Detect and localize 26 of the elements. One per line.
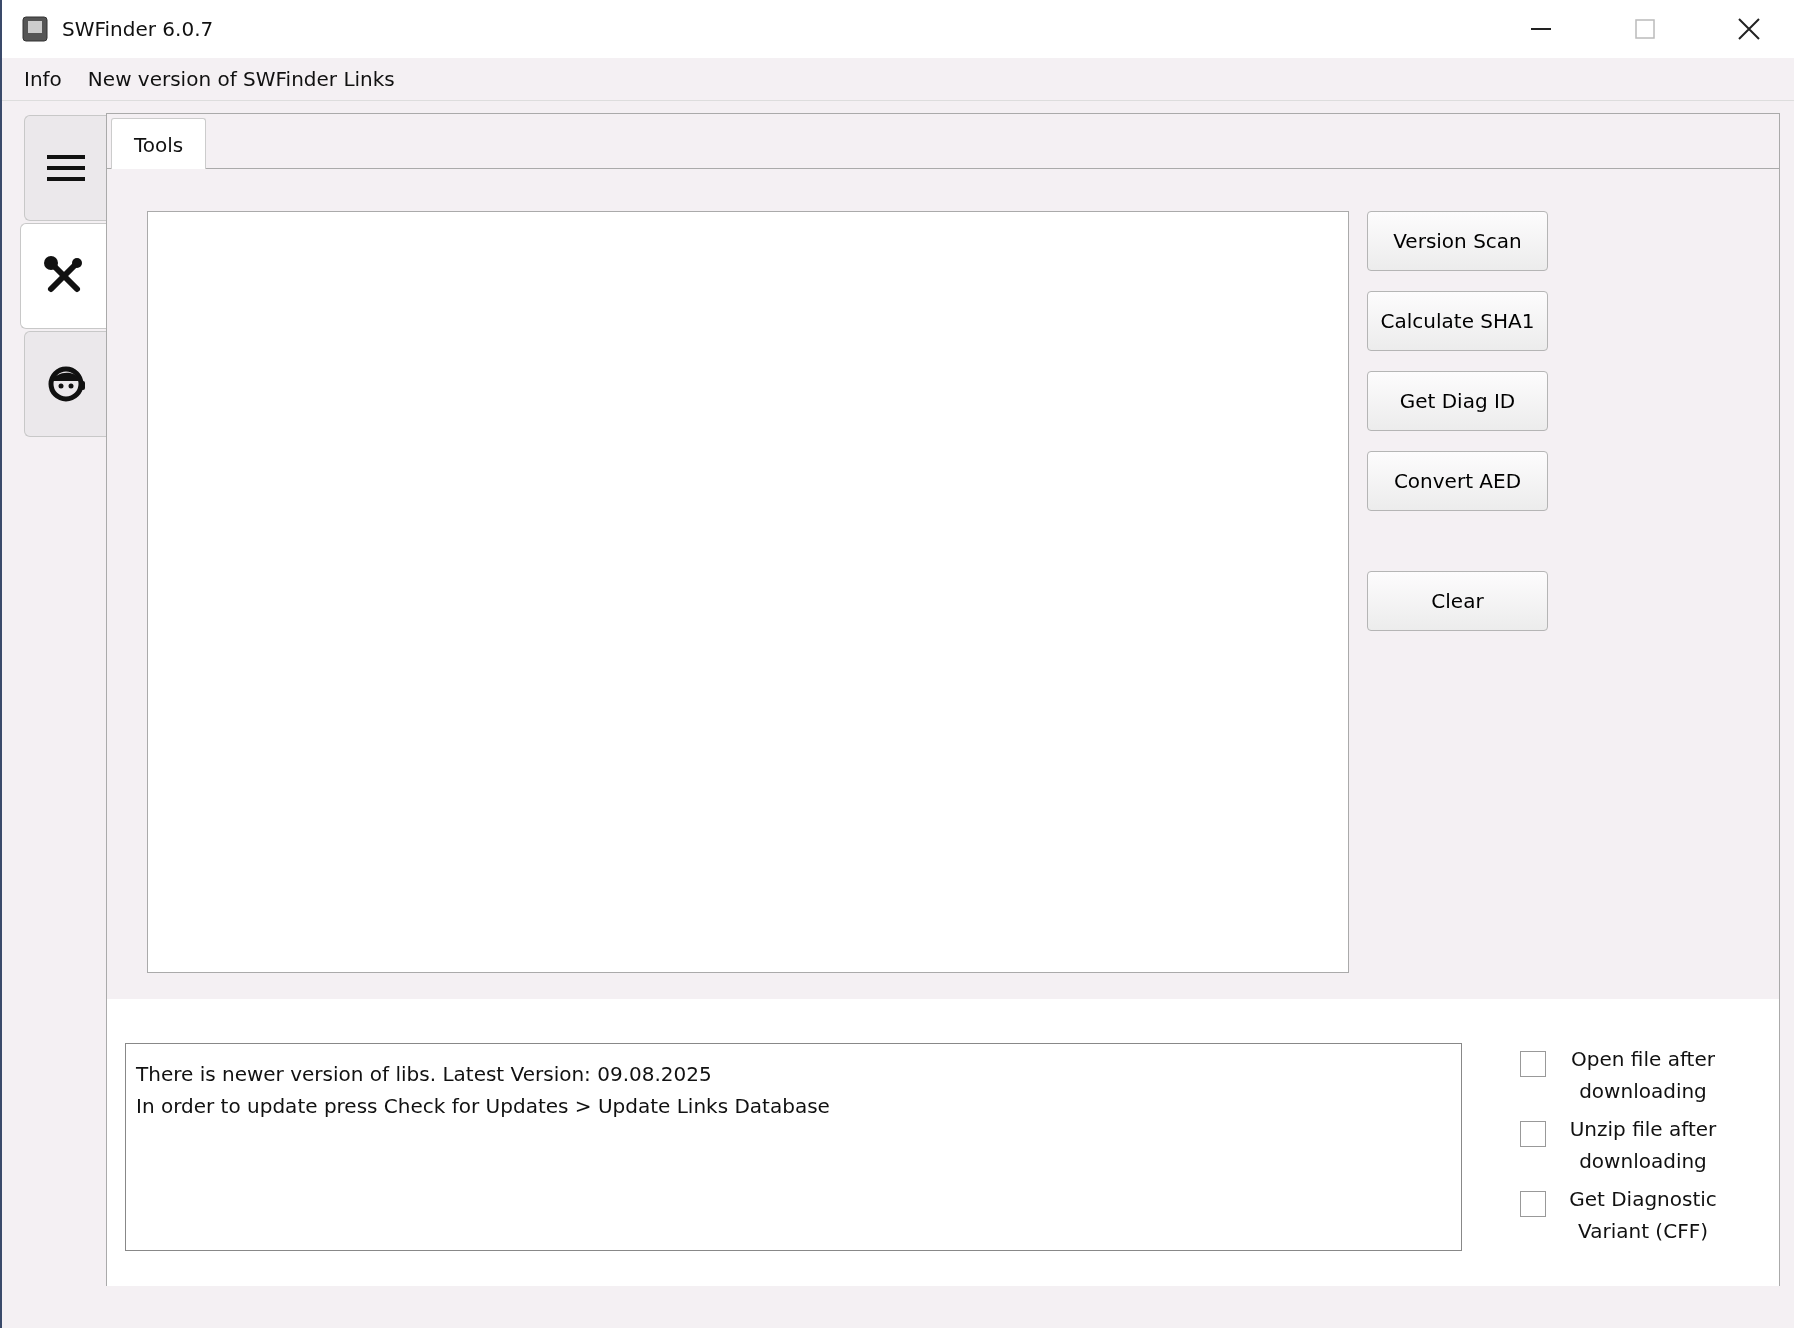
menu-icon — [46, 155, 85, 181]
tab[interactable]: Tools — [111, 118, 207, 169]
log-line: In order to update press Check for Updates > Update Links Database — [136, 1093, 831, 1120]
action-button[interactable]: Calculate SHA1 — [1367, 291, 1548, 351]
maximize-icon — [1635, 19, 1655, 39]
sidebar-tab[interactable] — [20, 223, 106, 329]
sidebar-tab[interactable] — [24, 115, 106, 221]
sidebar-tab[interactable] — [24, 331, 106, 437]
action-button[interactable]: Clear — [1367, 571, 1548, 631]
log-field[interactable]: There is newer version of libs. Latest Version: 09.08.2025 In order to update press Check for Updates > Update Links Database — [125, 1043, 1462, 1251]
checkbox-label: Open file after downloading — [1570, 1046, 1716, 1105]
checkbox-label: Unzip file after downloading — [1568, 1116, 1718, 1175]
action-button[interactable]: Version Scan — [1367, 211, 1548, 271]
app-icon — [22, 16, 48, 42]
action-button[interactable]: Convert AED — [1367, 451, 1548, 511]
minimize-icon — [1531, 28, 1551, 30]
checkbox[interactable] — [1520, 1121, 1546, 1147]
menu-item[interactable]: New version of SWFinder Links — [79, 63, 403, 95]
window-title: SWFinder 6.0.7 — [62, 17, 215, 41]
checkbox[interactable] — [1520, 1191, 1546, 1217]
checkbox-label: Get Diagnostic Variant (CFF) — [1568, 1186, 1718, 1245]
close-icon — [1738, 18, 1760, 40]
checkbox[interactable] — [1520, 1051, 1546, 1077]
log-line: There is newer version of libs. Latest Version: 09.08.2025 — [136, 1061, 713, 1088]
menu-item[interactable]: Info — [16, 63, 70, 95]
action-button[interactable]: Get Diag ID — [1367, 371, 1548, 431]
